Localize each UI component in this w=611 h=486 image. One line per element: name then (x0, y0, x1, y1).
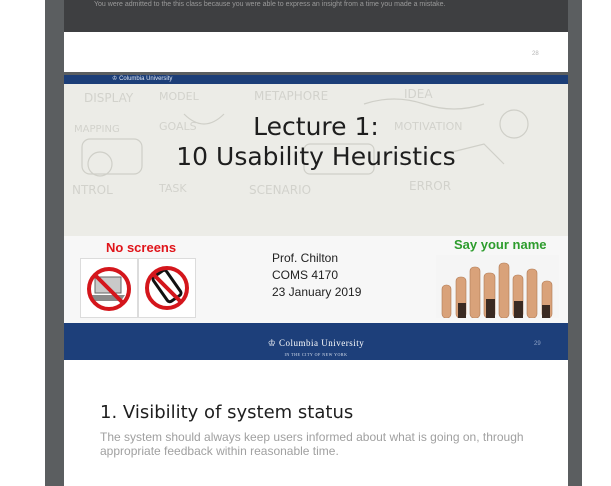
footer-logo-subtext: IN THE CITY OF NEW YORK (284, 352, 348, 357)
no-phone-icon (138, 258, 196, 318)
slide-29-number: 29 (534, 341, 541, 347)
raised-hands-image (436, 255, 559, 318)
slide-28-caption: You were admitted to the this class beca… (94, 1, 446, 8)
slide-28-footer: 28 (64, 32, 568, 72)
slide-title-line-2: 10 Usability Heuristics (176, 142, 456, 171)
lecture-info: Prof. Chilton COMS 4170 23 January 2019 (272, 250, 361, 301)
viewer-right-border (568, 0, 582, 486)
columbia-logo: ♔ Columbia University IN THE CITY OF NEW… (64, 333, 568, 357)
svg-text:MODEL: MODEL (159, 90, 200, 103)
hero-sketch-background: DISPLAY MODEL METAPHORE IDEA MAPPING GOA… (64, 84, 568, 236)
header-logo-text: Columbia University (119, 76, 173, 82)
slide-30[interactable]: 1. Visibility of system status The syste… (64, 360, 568, 486)
slide-header-bar: ♔ Columbia University (64, 75, 568, 84)
svg-text:DISPLAY: DISPLAY (84, 91, 134, 105)
course-code: COMS 4170 (272, 268, 339, 282)
slide-title: Lecture 1: 10 Usability Heuristics (64, 112, 568, 172)
lecture-date: 23 January 2019 (272, 285, 362, 299)
viewer-left-gutter (0, 0, 64, 486)
slide-29[interactable]: ♔ Columbia University DISPLAY MODEL META… (64, 75, 568, 360)
no-laptop-icon (80, 258, 138, 318)
svg-text:TASK: TASK (158, 182, 187, 195)
slide-footer-bar: ♔ Columbia University IN THE CITY OF NEW… (64, 323, 568, 360)
slide-28-number: 28 (532, 51, 539, 57)
heuristic-description: The system should always keep users info… (100, 430, 524, 458)
no-screens-label: No screens (106, 240, 177, 255)
crown-icon: ♔ (112, 76, 118, 82)
professor-name: Prof. Chilton (272, 251, 339, 265)
slide-title-line-1: Lecture 1: (253, 112, 379, 141)
svg-text:METAPHORE: METAPHORE (254, 89, 328, 103)
viewer-left-border (45, 0, 64, 486)
say-your-name-label: Say your name (454, 237, 547, 252)
viewer-right-gutter (568, 0, 611, 486)
slide-28-content: You were admitted to the this class beca… (64, 0, 568, 32)
svg-text:SCENARIO: SCENARIO (249, 183, 311, 197)
slide-info-band: No screens Prof. Chilton COMS 4170 23 Ja… (64, 236, 568, 323)
document-viewer: You were admitted to the this class beca… (0, 0, 611, 486)
crown-icon: ♔ (267, 338, 277, 348)
svg-text:IDEA: IDEA (404, 87, 433, 101)
header-logo: ♔ Columbia University (112, 75, 172, 84)
svg-text:ERROR: ERROR (409, 179, 451, 193)
svg-text:NTROL: NTROL (72, 183, 113, 197)
heuristic-title: 1. Visibility of system status (100, 402, 354, 423)
footer-logo-text: Columbia University (279, 338, 365, 348)
